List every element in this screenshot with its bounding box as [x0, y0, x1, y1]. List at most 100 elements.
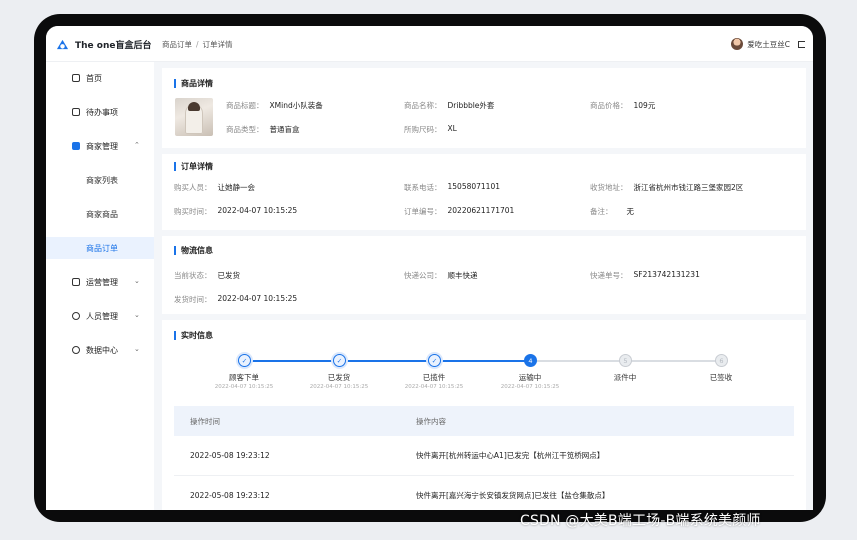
field-value: 20220621171701 — [447, 206, 515, 215]
section-divider — [162, 148, 806, 154]
field-order-number: 订单编号： 20220621171701 — [404, 206, 514, 217]
field-value: Dribbble外套 — [447, 101, 495, 110]
field-value: 2022-04-07 10:15:25 — [217, 294, 298, 303]
sidebar-item-label: 待办事项 — [86, 107, 118, 117]
step-dot-6: 6 — [715, 354, 728, 367]
step-time-3: 2022-04-07 10:15:25 — [404, 384, 464, 390]
step-dot-2: ✓ — [333, 354, 346, 367]
field-value: 顺丰快递 — [447, 271, 478, 280]
column-header-time: 操作时间 — [190, 416, 220, 426]
breadcrumb-separator: / — [196, 39, 199, 49]
sidebar-subitem-merchant-goods[interactable]: 商家商品 — [46, 203, 154, 225]
step-time-2: 2022-04-07 10:15:25 — [309, 384, 369, 390]
sidebar-item-label: 首页 — [86, 73, 102, 83]
watermark: CSDN @大美B端工场-B端系统美颜师 — [520, 513, 761, 529]
sidebar-item-label: 商家管理 — [86, 141, 118, 151]
breadcrumb: 商品订单 / 订单详情 — [162, 26, 233, 62]
logistics-steps: ✓ 顾客下单 2022-04-07 10:15:25 ✓ 已发货 2022-04… — [162, 354, 806, 394]
sidebar-item-label: 数据中心 — [86, 345, 118, 355]
step-label-6: 已签收 — [709, 373, 733, 382]
section-title-logistics: 物流信息 — [174, 245, 213, 256]
field-key: 所购尺码： — [404, 125, 442, 134]
field-key: 商品类型： — [226, 125, 264, 134]
sidebar-item-data[interactable]: 数据中心 ⌄ — [46, 339, 154, 361]
breadcrumb-current: 订单详情 — [202, 39, 233, 49]
field-key: 快递公司： — [404, 271, 442, 280]
table-header: 操作时间 操作内容 — [174, 406, 794, 436]
step-label-1: 顾客下单 — [229, 373, 259, 382]
field-key: 发货时间： — [174, 295, 212, 304]
sidebar-item-merchant[interactable]: 商家管理 ⌃ — [46, 135, 154, 157]
field-product-price: 商品价格： 109元 — [590, 100, 655, 111]
field-value: 已发货 — [217, 271, 241, 280]
field-value: 浙江省杭州市钱江路三堡家园2区 — [633, 183, 744, 192]
sidebar-item-home[interactable]: 首页 — [46, 67, 154, 89]
field-ship-time: 发货时间： 2022-04-07 10:15:25 — [174, 294, 297, 305]
sidebar-item-todo[interactable]: 待办事项 — [46, 101, 154, 123]
field-key: 购买人员： — [174, 183, 212, 192]
section-title-realtime: 实时信息 — [174, 330, 213, 341]
section-title-order: 订单详情 — [174, 161, 213, 172]
field-address: 收货地址： 浙江省杭州市钱江路三堡家园2区 — [590, 182, 743, 193]
field-product-type: 商品类型： 普通盲盒 — [226, 124, 300, 135]
cell-time: 2022-05-08 19:23:12 — [190, 451, 270, 460]
logout-icon[interactable] — [798, 40, 805, 48]
people-icon — [72, 312, 80, 320]
column-header-content: 操作内容 — [416, 416, 446, 426]
logistics-log-table: 操作时间 操作内容 2022-05-08 19:23:12 快件离开[杭州转运中… — [174, 406, 794, 510]
field-key: 备注： — [590, 207, 613, 216]
step-label-5: 派件中 — [613, 373, 637, 382]
user-menu[interactable]: 爱吃土豆丝C — [731, 26, 805, 62]
step-label-3: 已揽件 — [422, 373, 446, 382]
home-icon — [72, 74, 80, 82]
field-courier: 快递公司： 顺丰快递 — [404, 270, 478, 281]
steps-progress-line — [251, 360, 536, 362]
sidebar-subitem-label: 商品订单 — [86, 243, 118, 253]
field-purchase-time: 购买时间： 2022-04-07 10:15:25 — [174, 206, 297, 217]
avatar — [731, 38, 744, 50]
app-screen: The one盲盒后台 商品订单 / 订单详情 爱吃土豆丝C 首页 待办事项 商… — [46, 26, 813, 510]
field-key: 购买时间： — [174, 207, 212, 216]
brand-name: The one盲盒后台 — [75, 40, 152, 51]
field-value: 普通盲盒 — [269, 125, 300, 134]
operation-icon — [72, 278, 80, 286]
data-icon — [72, 346, 80, 354]
field-value: 无 — [626, 207, 635, 216]
step-label-2: 已发货 — [327, 373, 351, 382]
field-key: 商品价格： — [590, 101, 628, 110]
field-value: 15058071101 — [447, 182, 501, 191]
step-label-4: 运输中 — [518, 373, 542, 382]
section-divider — [162, 230, 806, 236]
section-title-product: 商品详情 — [174, 78, 213, 89]
shop-icon — [72, 142, 80, 150]
field-buyer: 购买人员： 让她静一会 — [174, 182, 255, 193]
breadcrumb-parent[interactable]: 商品订单 — [162, 39, 192, 50]
user-name: 爱吃土豆丝C — [747, 39, 790, 49]
table-row: 2022-05-08 19:23:12 快件离开[杭州转运中心A1]已发完【杭州… — [174, 436, 794, 476]
brand[interactable]: The one盲盒后台 — [56, 26, 151, 62]
cell-content: 快件离开[嘉兴海宁长安镇发货网点]已发往【盐仓集散点】 — [416, 491, 610, 500]
sidebar-item-label: 运营管理 — [86, 277, 118, 287]
step-time-1: 2022-04-07 10:15:25 — [214, 384, 274, 390]
table-row: 2022-05-08 19:23:12 快件离开[嘉兴海宁长安镇发货网点]已发往… — [174, 476, 794, 510]
brand-logo-icon — [56, 39, 69, 49]
step-dot-5: 5 — [619, 354, 632, 367]
field-phone: 联系电话： 15058071101 — [404, 182, 500, 193]
field-key: 商品标题： — [226, 101, 264, 110]
step-dot-1: ✓ — [238, 354, 251, 367]
field-value: 让她静一会 — [217, 183, 256, 192]
step-dot-3: ✓ — [428, 354, 441, 367]
sidebar-subitem-goods-orders[interactable]: 商品订单 — [46, 237, 154, 259]
sidebar-item-people[interactable]: 人员管理 ⌄ — [46, 305, 154, 327]
top-bar: The one盲盒后台 商品订单 / 订单详情 爱吃土豆丝C — [46, 26, 813, 62]
field-value: SF213742131231 — [633, 270, 700, 279]
order-detail-panel: 商品详情 商品标题： XMind小队装备 商品名称： Dribbble外套 商品… — [162, 68, 806, 510]
sidebar-subitem-merchant-list[interactable]: 商家列表 — [46, 169, 154, 191]
field-value: 2022-04-07 10:15:25 — [217, 206, 298, 215]
step-dot-4: 4 — [524, 354, 537, 367]
sidebar-item-operation[interactable]: 运营管理 ⌄ — [46, 271, 154, 293]
field-product-size: 所购尺码： XL — [404, 124, 457, 135]
chevron-down-icon: ⌄ — [134, 277, 140, 285]
product-image — [175, 98, 213, 136]
sidebar-item-label: 人员管理 — [86, 311, 118, 321]
